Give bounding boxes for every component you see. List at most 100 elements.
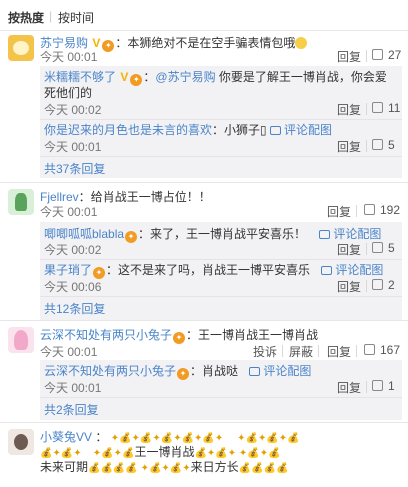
sort-bar: 按热度 | 按时间 bbox=[0, 0, 408, 30]
comment-username[interactable]: Fjellrev bbox=[40, 190, 79, 204]
comment-line-3: 未来可期💰💰💰💰 ✦💰✦💰✦来日方长💰💰💰💰 bbox=[40, 460, 289, 474]
comment-image-link[interactable]: 评论配图 bbox=[249, 364, 311, 378]
reply-text: 你要是了解王一博肖战，你会爱 bbox=[218, 70, 387, 84]
sort-separator: | bbox=[49, 9, 53, 23]
mention-link[interactable]: @苏宁易购 bbox=[155, 70, 215, 84]
like-count: 167 bbox=[380, 343, 401, 357]
like-count: 5 bbox=[388, 241, 395, 255]
like-button[interactable]: 167 bbox=[364, 343, 400, 357]
like-button[interactable]: 5 bbox=[372, 138, 395, 152]
reply-text-cont: 死他们的 bbox=[44, 86, 93, 100]
divider bbox=[40, 296, 402, 297]
reply-button[interactable]: 回复 bbox=[337, 241, 361, 258]
comment-text: 本狮绝对不是在空手骗表情包哦 bbox=[127, 36, 296, 50]
comment-image-icon bbox=[249, 367, 261, 376]
comment-time: 今天 00:01 bbox=[40, 205, 98, 219]
divider bbox=[366, 103, 367, 115]
reply-button[interactable]: 回复 bbox=[327, 203, 351, 220]
like-count: 5 bbox=[388, 138, 395, 152]
like-count: 27 bbox=[388, 48, 402, 62]
reply-text: 肖战哒 bbox=[202, 364, 239, 378]
reply-button[interactable]: 回复 bbox=[337, 101, 361, 118]
member-badge-icon: ✦ bbox=[125, 231, 138, 243]
lion-avatar-icon bbox=[13, 41, 29, 55]
reply-line: 云深不知处有两只小兔子 ✦ ：肖战哒 评论配图 bbox=[44, 364, 312, 380]
divider bbox=[40, 119, 402, 120]
avatar[interactable] bbox=[8, 35, 34, 61]
thumb-up-icon bbox=[372, 242, 383, 253]
reply-button[interactable]: 回复 bbox=[337, 48, 361, 65]
avatar[interactable] bbox=[8, 429, 34, 455]
like-button[interactable]: 27 bbox=[372, 48, 401, 62]
reply-username[interactable]: 云深不知处有两只小兔子 bbox=[44, 364, 176, 378]
like-count: 1 bbox=[388, 379, 395, 393]
reply-time: 今天 00:02 bbox=[44, 243, 102, 257]
thumb-up-icon bbox=[372, 279, 383, 290]
reply-username[interactable]: 唧唧呱呱blabla bbox=[44, 227, 124, 241]
comment-image-icon bbox=[270, 126, 281, 135]
emoji-placeholder: ▯ bbox=[260, 123, 267, 137]
divider bbox=[0, 422, 408, 423]
divider bbox=[40, 259, 402, 260]
divider bbox=[366, 50, 367, 62]
divider bbox=[366, 140, 367, 152]
reply-button[interactable]: 回复 bbox=[337, 278, 361, 295]
like-count: 192 bbox=[380, 203, 401, 217]
reply-username[interactable]: 你是迟来的月色也是未言的喜欢 bbox=[44, 123, 212, 137]
thumb-up-icon bbox=[372, 102, 383, 113]
avatar[interactable] bbox=[8, 189, 34, 215]
divider bbox=[366, 280, 367, 292]
bunny-avatar-icon bbox=[14, 330, 28, 350]
member-badge-icon: ✦ bbox=[130, 74, 143, 86]
like-button[interactable]: 192 bbox=[364, 203, 400, 217]
avatar[interactable] bbox=[8, 327, 34, 353]
comment-username[interactable]: 云深不知处有两只小兔子 bbox=[40, 328, 172, 342]
grin-emoji-icon bbox=[295, 37, 308, 49]
girl-avatar-icon bbox=[14, 434, 28, 450]
like-count: 11 bbox=[388, 101, 401, 115]
member-badge-icon: ✦ bbox=[177, 368, 190, 380]
reply-button[interactable]: 回复 bbox=[337, 138, 361, 155]
divider bbox=[40, 397, 402, 398]
more-replies-link[interactable]: 共37条回复 bbox=[44, 160, 105, 177]
comment-text: 来日方长 bbox=[190, 460, 239, 474]
like-button[interactable]: 5 bbox=[372, 241, 395, 255]
money-bag-icon: 💰✦💰✦ ✦💰✦💰 bbox=[40, 448, 135, 459]
comment-text: 王一博肖战王一博肖战 bbox=[198, 328, 319, 342]
thumb-up-icon bbox=[372, 139, 383, 150]
divider bbox=[282, 345, 283, 357]
sort-by-hot[interactable]: 按热度 bbox=[8, 9, 44, 26]
like-button[interactable]: 1 bbox=[372, 379, 395, 393]
more-replies-link[interactable]: 共12条回复 bbox=[44, 300, 105, 317]
like-button[interactable]: 2 bbox=[372, 278, 395, 292]
more-replies-link[interactable]: 共2条回复 bbox=[44, 401, 99, 418]
reply-time: 今天 00:06 bbox=[44, 280, 102, 294]
member-badge-icon: ✦ bbox=[173, 332, 186, 344]
sort-by-time[interactable]: 按时间 bbox=[58, 9, 94, 26]
reply-button[interactable]: 回复 bbox=[337, 379, 361, 396]
fox-avatar-icon bbox=[15, 193, 27, 211]
reply-text: 来了，王一博肖战平安喜乐！ bbox=[150, 227, 307, 241]
reply-username[interactable]: 米糯糯不够了 bbox=[44, 70, 116, 84]
thumb-up-icon bbox=[364, 344, 375, 355]
reply-line: 你是迟来的月色也是未言的喜欢：小狮子▯ 评论配图 bbox=[44, 123, 333, 137]
report-button[interactable]: 投诉 bbox=[253, 343, 277, 360]
comment-image-link[interactable]: 评论配图 bbox=[270, 123, 332, 137]
like-button[interactable]: 11 bbox=[372, 101, 400, 115]
block-button[interactable]: 屏蔽 bbox=[289, 343, 313, 360]
comment-username[interactable]: 小葵兔VV bbox=[40, 430, 92, 444]
reply-button[interactable]: 回复 bbox=[327, 343, 351, 360]
thumb-up-icon bbox=[372, 49, 383, 60]
divider bbox=[0, 30, 408, 31]
comment-time: 今天 00:01 bbox=[40, 50, 98, 64]
divider bbox=[356, 345, 357, 357]
vip-v-icon: V bbox=[120, 70, 129, 84]
reply-time: 今天 00:02 bbox=[44, 103, 102, 117]
divider bbox=[366, 381, 367, 393]
comment-image-link[interactable]: 评论配图 bbox=[321, 263, 383, 277]
divider bbox=[318, 345, 319, 357]
thumb-up-icon bbox=[364, 204, 375, 215]
comment-image-link[interactable]: 评论配图 bbox=[319, 227, 381, 241]
reply-username[interactable]: 果子琑了 bbox=[44, 263, 92, 277]
comment-text: 王一博肖战 bbox=[134, 445, 195, 459]
